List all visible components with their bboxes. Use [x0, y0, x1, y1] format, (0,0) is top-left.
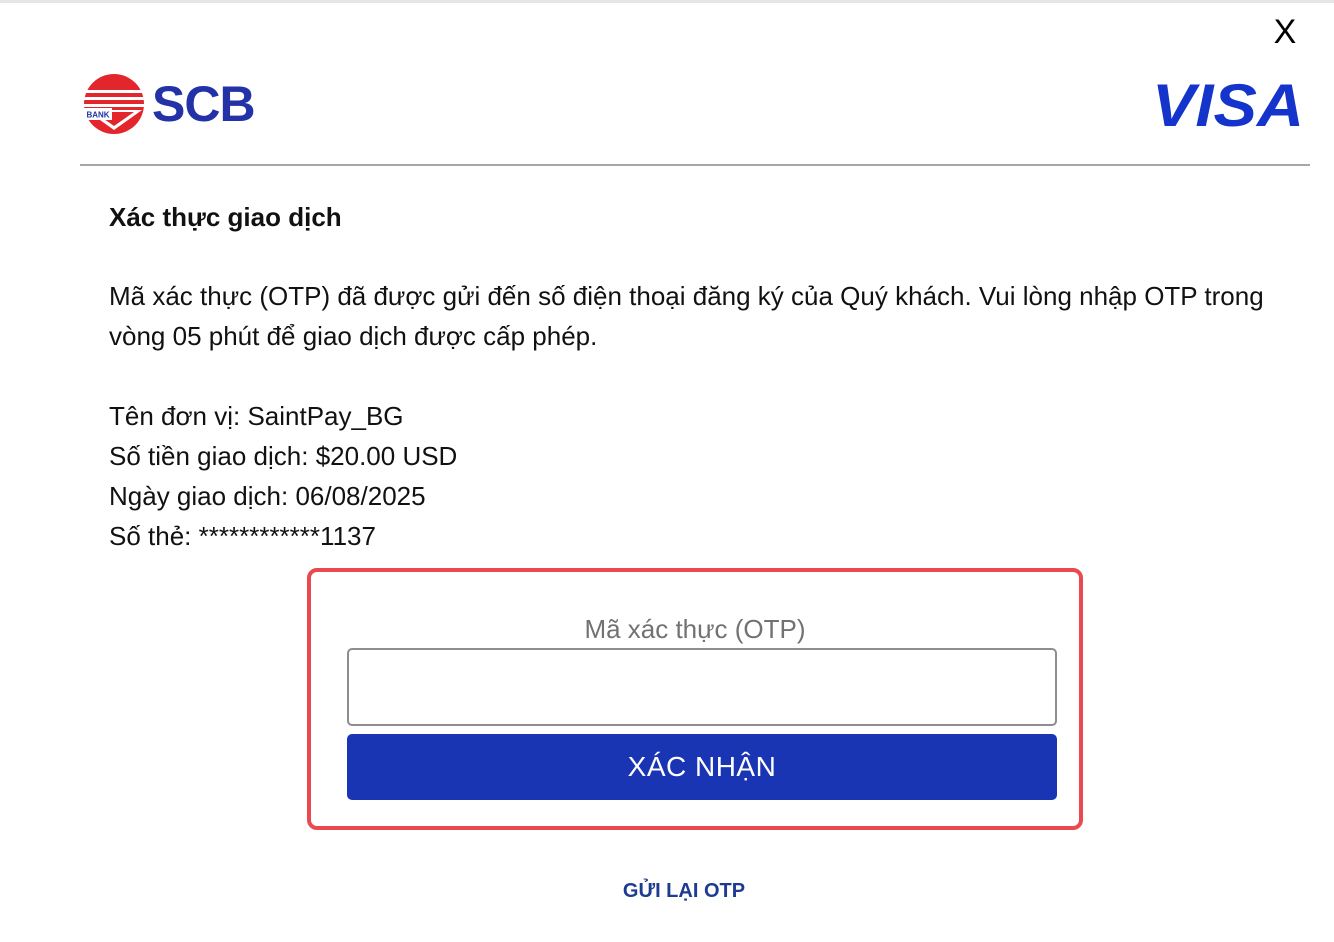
- confirm-button[interactable]: XÁC NHẬN: [347, 734, 1057, 800]
- card-number: Số thẻ: ************1137: [109, 521, 376, 551]
- page-title: Xác thực giao dịch: [109, 202, 342, 232]
- otp-label: Mã xác thực (OTP): [584, 614, 806, 644]
- close-button[interactable]: X: [1268, 12, 1302, 52]
- scb-logo: BANK SCB: [82, 72, 262, 136]
- top-border: [0, 0, 1334, 3]
- otp-description: Mã xác thực (OTP) đã được gửi đến số điệ…: [109, 281, 1264, 351]
- merchant-name: Tên đơn vị: SaintPay_BG: [109, 401, 404, 431]
- transaction-date: Ngày giao dịch: 06/08/2025: [109, 481, 426, 511]
- svg-text:VISA: VISA: [1152, 72, 1304, 136]
- visa-logo: VISA: [1152, 72, 1304, 136]
- header-divider: [80, 164, 1310, 166]
- svg-text:BANK: BANK: [86, 111, 109, 120]
- otp-form-highlight: Mã xác thực (OTP) XÁC NHẬN: [307, 568, 1083, 830]
- resend-otp-link[interactable]: GỬI LẠI OTP: [0, 880, 1334, 903]
- otp-input[interactable]: [347, 648, 1057, 726]
- scb-emblem-icon: BANK: [84, 74, 144, 134]
- transaction-amount: Số tiền giao dịch: $20.00 USD: [109, 441, 458, 471]
- scb-logo-text: SCB: [152, 76, 256, 132]
- transaction-details: Tên đơn vị: SaintPay_BG Số tiền giao dịc…: [109, 396, 457, 556]
